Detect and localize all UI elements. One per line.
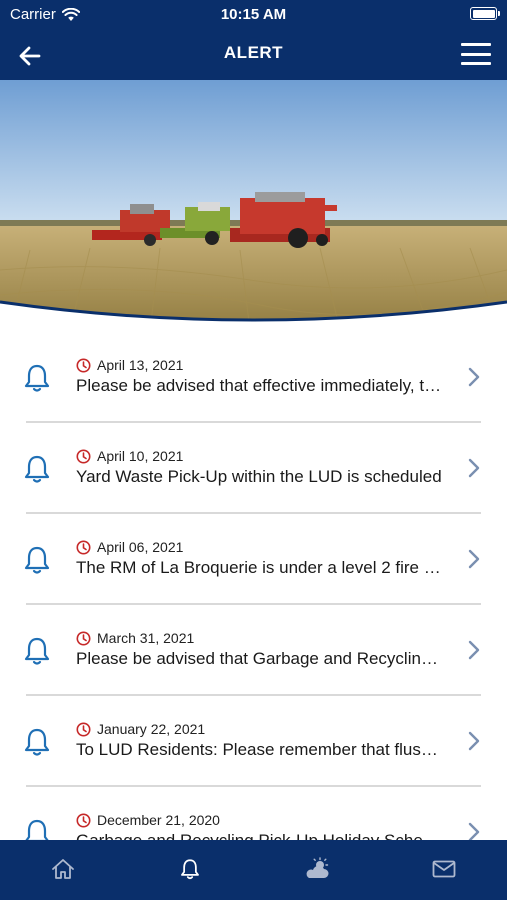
alert-date: April 10, 2021 [97,448,184,464]
bell-icon [24,637,50,665]
battery-icon [470,7,500,20]
alert-date-row: March 31, 2021 [76,630,194,646]
chevron-right-icon [468,822,480,840]
chevron-right-icon [468,640,480,660]
alert-item[interactable]: April 13, 2021 Please be advised that ef… [24,332,481,423]
alert-date: December 21, 2020 [97,812,220,828]
alert-item[interactable]: March 31, 2021 Please be advised that Ga… [24,605,481,696]
clock-icon [76,813,91,827]
bell-icon [24,455,50,483]
alert-message: Please be advised that Garbage and Recyc… [76,649,446,668]
clock-icon [76,449,91,463]
tab-alerts[interactable] [127,840,254,900]
alert-date: April 06, 2021 [97,539,184,555]
harvest-field-photo [0,80,507,335]
alert-item[interactable]: April 06, 2021 The RM of La Broquerie is… [24,514,481,605]
tab-bar [0,840,507,900]
alert-message: Garbage and Recycling Pick-Up Holiday Sc… [76,831,446,840]
clock-icon [76,358,91,372]
alert-item[interactable]: January 22, 2021 To LUD Residents: Pleas… [24,696,481,787]
weather-icon [306,857,329,878]
bell-icon [181,859,200,880]
hamburger-menu-icon [461,43,491,46]
alert-date: January 22, 2021 [97,721,206,737]
hero-image [0,80,507,335]
bell-icon [24,364,50,392]
alert-date-row: December 21, 2020 [76,812,220,828]
alert-item[interactable]: December 21, 2020 Garbage and Recycling … [25,787,481,840]
chevron-right-icon [468,731,480,751]
bell-icon [25,819,49,840]
alert-message: Yard Waste Pick-Up within the LUD is sch… [76,467,442,486]
mail-icon [432,860,456,878]
bell-icon [24,728,50,756]
alert-message: The RM of La Broquerie is under a level … [76,558,446,577]
alert-message: Please be advised that effective immedia… [76,376,446,395]
chevron-right-icon [468,549,480,569]
alert-date-row: April 10, 2021 [76,448,183,464]
chevron-right-icon [468,367,480,387]
status-time: 10:15 AM [220,6,287,23]
menu-button[interactable] [461,40,491,68]
bell-icon [24,546,50,574]
clock-icon [76,631,91,645]
alert-date: April 13, 2021 [97,357,184,373]
alerts-list: April 13, 2021 Please be advised that ef… [0,332,507,840]
clock-icon [76,540,91,554]
page-title: ALERT [223,43,284,62]
navigation-bar: ALERT [0,30,507,80]
alert-message: To LUD Residents: Please remember that f… [76,740,446,759]
alert-date-row: April 13, 2021 [76,357,183,373]
clock-icon [76,722,91,736]
header-bar: Carrier 10:15 AM ALERT [0,0,507,80]
tab-weather[interactable] [254,840,381,900]
alert-item[interactable]: April 10, 2021 Yard Waste Pick-Up within… [24,423,481,514]
combine-right [230,192,337,248]
tab-home[interactable] [0,840,127,900]
chevron-right-icon [468,458,480,478]
tab-mail[interactable] [380,840,507,900]
alert-date-row: April 06, 2021 [76,539,183,555]
alert-date-row: January 22, 2021 [76,721,205,737]
status-bar: Carrier 10:15 AM [0,0,507,28]
alert-date: March 31, 2021 [97,630,195,646]
home-icon [52,859,75,879]
